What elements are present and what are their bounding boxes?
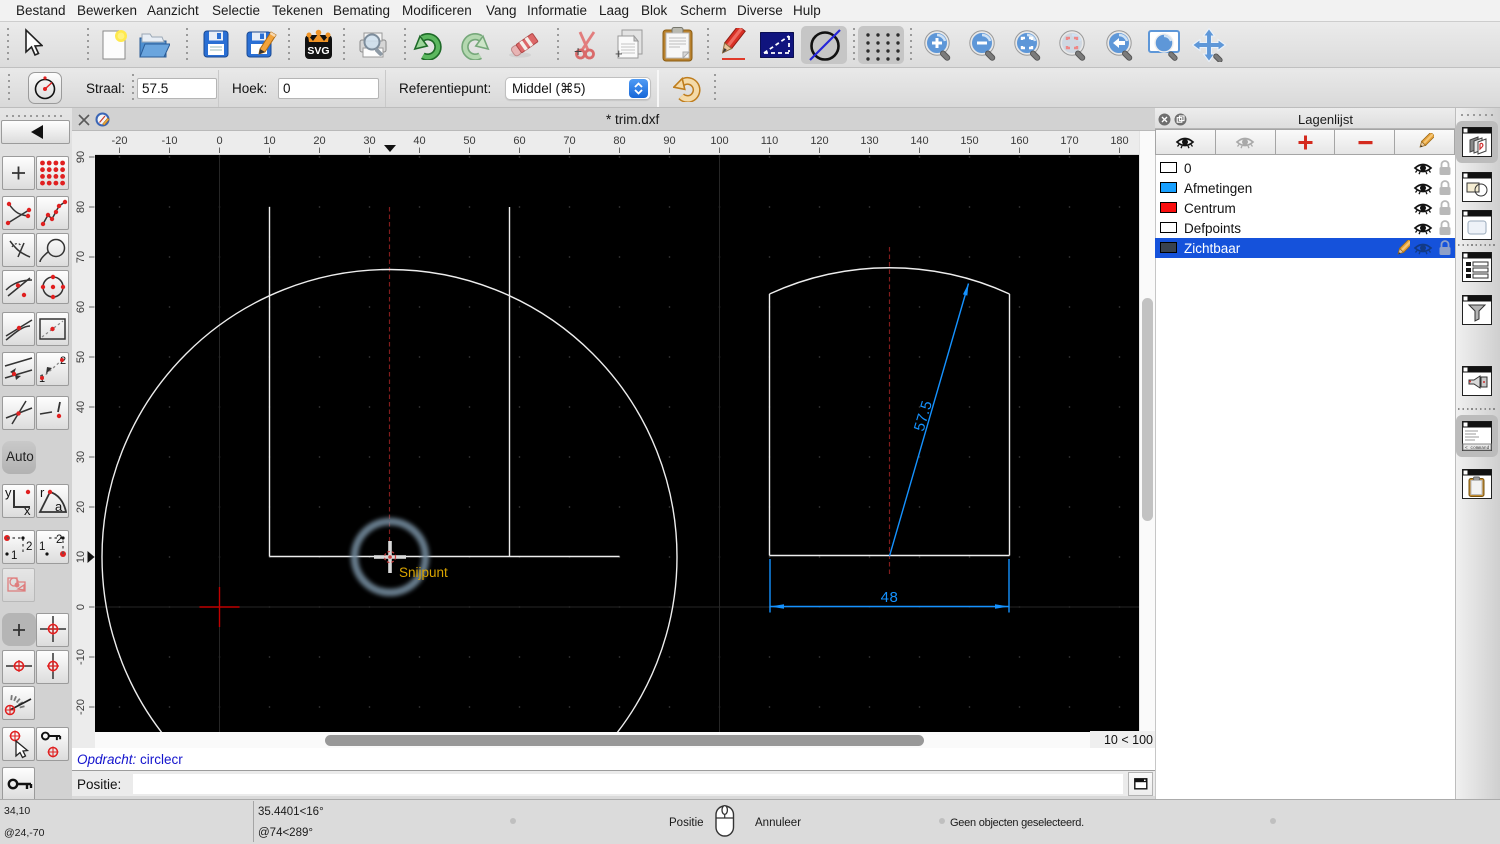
svg-text:30: 30	[75, 451, 87, 463]
svg-text:70: 70	[563, 135, 575, 147]
svg-text:90: 90	[663, 135, 675, 147]
svg-text:120: 120	[810, 135, 828, 147]
svg-text:1: 1	[39, 541, 45, 553]
svg-text:10: 10	[263, 135, 275, 147]
svg-text:2: 2	[26, 541, 32, 553]
svg-text:150: 150	[960, 135, 978, 147]
svg-text:2: 2	[56, 534, 62, 546]
svg-text:+: +	[574, 43, 582, 59]
svg-text:x: x	[24, 503, 31, 518]
svg-text:20: 20	[313, 135, 325, 147]
svg-text:130: 130	[860, 135, 878, 147]
svg-text:60: 60	[75, 301, 87, 313]
svg-text:50: 50	[75, 351, 87, 363]
svg-text:0: 0	[216, 135, 222, 147]
svg-text:-10: -10	[75, 649, 87, 665]
svg-text:r: r	[40, 485, 45, 500]
svg-text:y: y	[5, 485, 12, 500]
svg-text:0: 0	[75, 604, 87, 610]
svg-text:< command: < command	[1465, 445, 1490, 451]
svg-text:80: 80	[613, 135, 625, 147]
svg-text:160: 160	[1010, 135, 1028, 147]
svg-text:80: 80	[75, 201, 87, 213]
svg-text:20: 20	[75, 501, 87, 513]
svg-text:30: 30	[363, 135, 375, 147]
svg-text:180: 180	[1110, 135, 1128, 147]
svg-text:48: 48	[881, 589, 899, 606]
svg-text:-20: -20	[112, 135, 128, 147]
svg-text:Snijpunt: Snijpunt	[399, 565, 448, 580]
svg-text:60: 60	[513, 135, 525, 147]
svg-text:50: 50	[463, 135, 475, 147]
svg-text:-20: -20	[75, 699, 87, 715]
svg-text:-10: -10	[162, 135, 178, 147]
svg-text:40: 40	[75, 401, 87, 413]
svg-text:+: +	[615, 46, 623, 61]
svg-text:170: 170	[1060, 135, 1078, 147]
svg-text:70: 70	[75, 251, 87, 263]
svg-text:SVG: SVG	[307, 45, 329, 57]
svg-text:1: 1	[11, 550, 17, 562]
svg-text:90: 90	[75, 151, 87, 163]
svg-text:10: 10	[75, 551, 87, 563]
svg-text:140: 140	[910, 135, 928, 147]
svg-text:110: 110	[761, 135, 779, 147]
svg-text:40: 40	[413, 135, 425, 147]
svg-text:100: 100	[710, 135, 728, 147]
